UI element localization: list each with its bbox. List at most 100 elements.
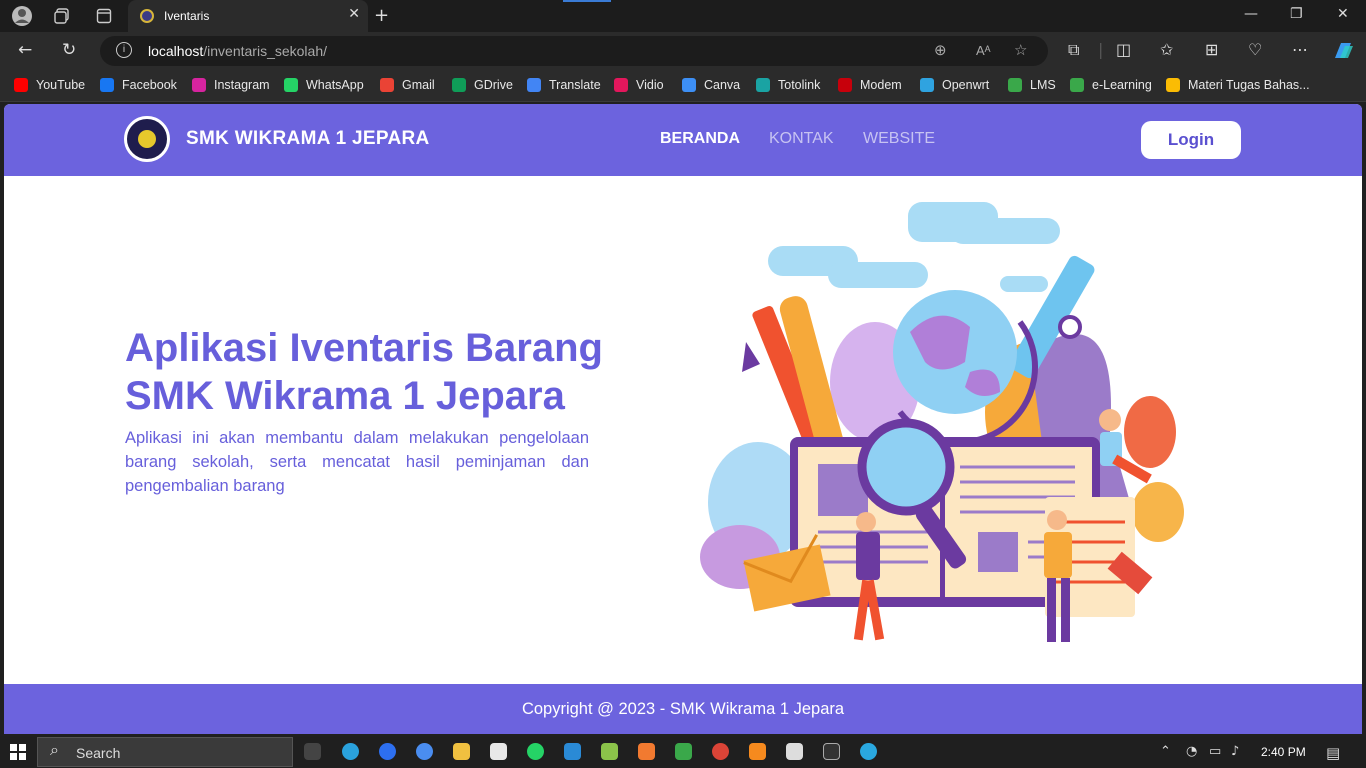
bookmark-label: LMS	[1030, 78, 1056, 92]
close-tab-icon[interactable]: ✕	[348, 6, 360, 22]
bookmark-14[interactable]: Materi Tugas Bahas...	[1166, 78, 1310, 92]
bookmark-favicon-icon	[527, 78, 541, 92]
site-navbar: SMK WIKRAMA 1 JEPARA BERANDA KONTAK WEBS…	[4, 104, 1362, 176]
refresh-icon[interactable]: ↻	[62, 40, 76, 60]
bookmark-12[interactable]: LMS	[1008, 78, 1056, 92]
security-icon[interactable]	[786, 743, 803, 760]
chrome-icon[interactable]	[712, 743, 729, 760]
bookmark-9[interactable]: Totolink	[756, 78, 820, 92]
bookmark-favicon-icon	[14, 78, 28, 92]
excel-like-icon[interactable]	[675, 743, 692, 760]
bookmark-1[interactable]: Facebook	[100, 78, 177, 92]
bookmark-7[interactable]: Vidio	[614, 78, 664, 92]
collections-icon[interactable]: ⊞	[1205, 40, 1218, 59]
telegram-icon[interactable]	[342, 743, 359, 760]
bookmark-label: Facebook	[122, 78, 177, 92]
nav-beranda[interactable]: BERANDA	[660, 130, 740, 148]
tray-expand-icon[interactable]: ⌃	[1160, 744, 1171, 759]
bookmark-6[interactable]: Translate	[527, 78, 601, 92]
hero-title-line-1: Aplikasi Iventaris Barang	[125, 326, 603, 370]
bookmark-favicon-icon	[1166, 78, 1180, 92]
network-tool-icon[interactable]	[601, 743, 618, 760]
vscode-icon[interactable]	[564, 743, 581, 760]
xampp-icon[interactable]	[638, 743, 655, 760]
wifi-icon[interactable]: ◔	[1186, 744, 1197, 759]
divider: |	[1098, 40, 1104, 59]
web-page: SMK WIKRAMA 1 JEPARA BERANDA KONTAK WEBS…	[4, 104, 1362, 734]
bookmark-label: WhatsApp	[306, 78, 364, 92]
bookmark-favicon-icon	[756, 78, 770, 92]
bookmark-favicon-icon	[192, 78, 206, 92]
back-icon[interactable]: ←	[18, 40, 32, 60]
bookmark-4[interactable]: Gmail	[380, 78, 435, 92]
new-tab-icon[interactable]: +	[374, 5, 389, 26]
browser-essentials-icon[interactable]: ♡	[1248, 40, 1262, 59]
clock-time[interactable]: 2:40 PM	[1261, 745, 1306, 759]
nav-website[interactable]: WEBSITE	[863, 130, 935, 148]
bookmark-13[interactable]: e-Learning	[1070, 78, 1152, 92]
copilot-icon[interactable]	[1331, 40, 1355, 62]
browser-toolbar: ← ↻ i localhost/inventaris_sekolah/ ⊕ Aᴬ…	[0, 32, 1366, 70]
profile-icon[interactable]	[11, 5, 33, 27]
address-bar[interactable]: i localhost/inventaris_sekolah/ ⊕ Aᴬ ☆	[100, 36, 1048, 66]
edge-active-icon[interactable]	[860, 743, 877, 760]
split-screen-icon[interactable]: ◫	[1116, 40, 1131, 59]
bookmark-3[interactable]: WhatsApp	[284, 78, 364, 92]
extensions-icon[interactable]: ⧉	[1068, 40, 1079, 60]
bookmark-label: Canva	[704, 78, 741, 92]
bookmark-favicon-icon	[380, 78, 394, 92]
bookmark-5[interactable]: GDrive	[452, 78, 513, 92]
brand-name: SMK WIKRAMA 1 JEPARA	[186, 128, 430, 149]
bookmark-favicon-icon	[838, 78, 852, 92]
bookmark-0[interactable]: YouTube	[14, 78, 85, 92]
copyright-text: Copyright @ 2023 - SMK Wikrama 1 Jepara	[521, 699, 845, 718]
bookmark-favicon-icon	[682, 78, 696, 92]
bookmark-10[interactable]: Modem	[838, 78, 902, 92]
site-info-icon[interactable]: i	[116, 42, 132, 58]
zoom-app-icon[interactable]	[379, 743, 396, 760]
windows-start-icon[interactable]	[10, 744, 26, 764]
bookmark-2[interactable]: Instagram	[192, 78, 270, 92]
whatsapp-app-icon[interactable]	[527, 743, 544, 760]
bookmark-favicon-icon	[1070, 78, 1084, 92]
bookmark-label: Vidio	[636, 78, 664, 92]
favorite-star-icon[interactable]: ☆	[1014, 41, 1027, 59]
bookmark-favicon-icon	[452, 78, 466, 92]
bookmarks-bar: YouTube Facebook Instagram WhatsApp Gmail GDr…	[0, 70, 1366, 102]
bookmark-label: GDrive	[474, 78, 513, 92]
bookmark-favicon-icon	[100, 78, 114, 92]
url-text: localhost/inventaris_sekolah/	[148, 43, 328, 59]
read-aloud-icon[interactable]: Aᴬ	[976, 43, 991, 58]
bookmark-label: e-Learning	[1092, 78, 1152, 92]
zoom-icon[interactable]: ⊕	[934, 41, 947, 59]
hero-title: Aplikasi Iventaris Barang SMK Wikrama 1 …	[125, 324, 685, 420]
volume-icon[interactable]: ♪	[1231, 744, 1239, 759]
bookmark-11[interactable]: Openwrt	[920, 78, 989, 92]
windows-taskbar: ⌕ Search ⌃ ◔ ▭ ♪ 2:40 PM ▤	[0, 736, 1366, 768]
store-icon[interactable]	[490, 743, 507, 760]
close-window-icon[interactable]: ✕	[1337, 6, 1349, 22]
restore-icon[interactable]: ❐	[1290, 6, 1303, 22]
favorites-icon[interactable]: ✩	[1160, 40, 1173, 59]
task-view-icon[interactable]	[304, 743, 321, 760]
edge-app-icon[interactable]	[416, 743, 433, 760]
nav-kontak[interactable]: KONTAK	[769, 130, 834, 148]
login-button[interactable]: Login	[1141, 121, 1241, 159]
file-explorer-icon[interactable]	[453, 743, 470, 760]
tab-drag-indicator	[563, 0, 611, 2]
tab-active[interactable]: Iventaris ✕	[128, 0, 368, 32]
minimize-icon[interactable]: —	[1244, 6, 1258, 22]
tab-actions-icon[interactable]	[93, 5, 115, 27]
notifications-icon[interactable]: ▤	[1326, 744, 1340, 762]
sublime-icon[interactable]	[749, 743, 766, 760]
hero-title-line-2: SMK Wikrama 1 Jepara	[125, 374, 565, 418]
bookmark-label: Openwrt	[942, 78, 990, 92]
bookmark-label: Totolink	[778, 78, 821, 92]
tab-title: Iventaris	[164, 9, 210, 23]
bookmark-8[interactable]: Canva	[682, 78, 740, 92]
battery-icon[interactable]: ▭	[1209, 744, 1221, 759]
workspaces-icon[interactable]	[51, 5, 73, 27]
taskbar-search[interactable]: ⌕ Search	[37, 737, 293, 767]
more-menu-icon[interactable]: ⋯	[1292, 40, 1308, 59]
terminal-icon[interactable]	[823, 743, 840, 760]
